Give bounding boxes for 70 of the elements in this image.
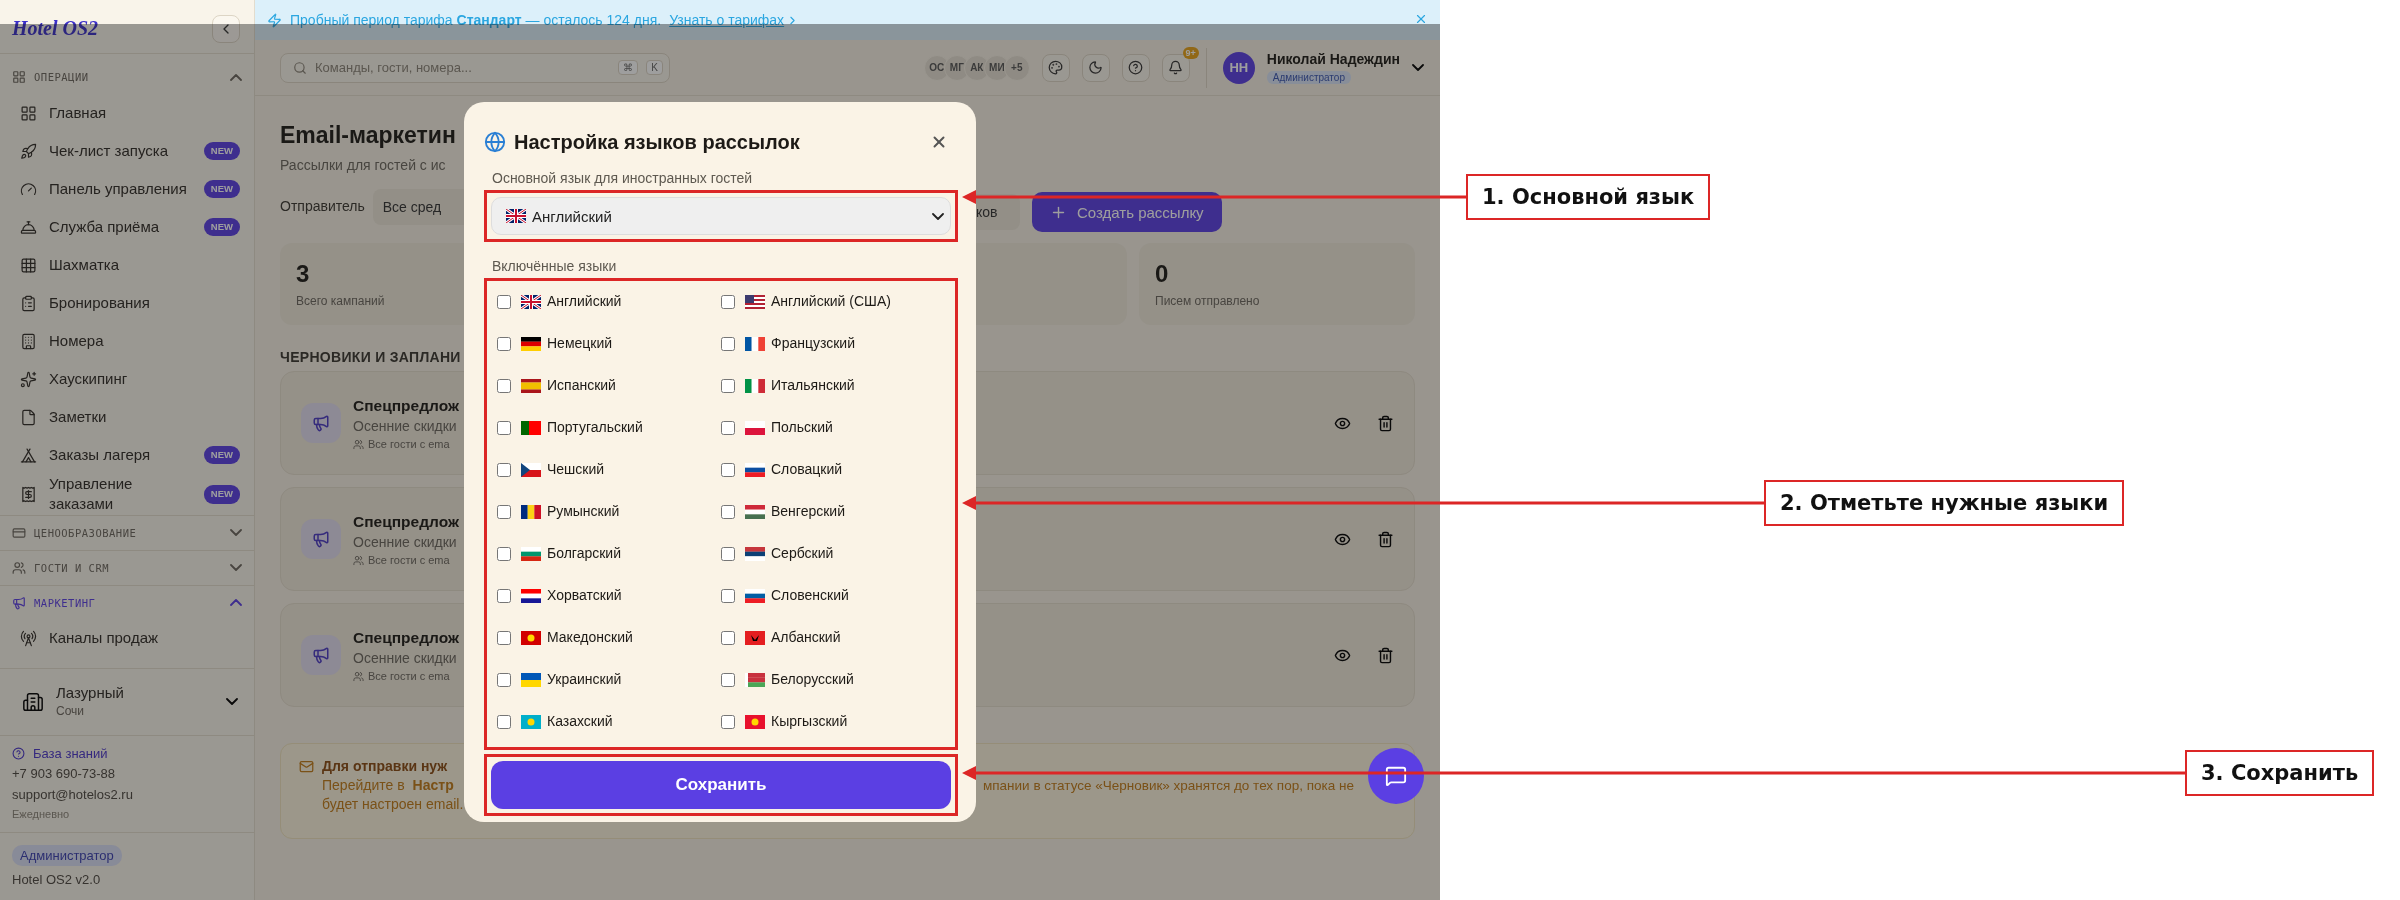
new-badge: NEW bbox=[203, 217, 240, 237]
page-subtitle: Рассылки для гостей с ис bbox=[280, 157, 447, 173]
language-name: Испанский bbox=[547, 377, 616, 395]
support-hours: Ежедневно bbox=[12, 808, 71, 822]
app-logo: Hotel OS2 bbox=[12, 17, 99, 40]
campaign-subtitle: Осенние скидки bbox=[353, 533, 458, 552]
annotation-label: 2. Отметьте нужные языки bbox=[1764, 480, 2125, 526]
stat-value: 3 bbox=[296, 260, 311, 288]
campaign-subtitle: Осенние скидки bbox=[353, 417, 458, 436]
language-name: Румынский bbox=[547, 503, 620, 521]
language-name: Немецкий bbox=[547, 335, 613, 353]
role-badge: Администратор bbox=[12, 844, 122, 866]
page-title: Email-маркетин bbox=[280, 122, 457, 149]
new-badge: NEW bbox=[203, 141, 240, 161]
language-name: Албанский bbox=[771, 629, 841, 647]
support-phone: +7 903 690-73-88 bbox=[12, 765, 116, 782]
language-name: Хорватский bbox=[547, 587, 622, 605]
notice-text: будет настроен email. bbox=[321, 796, 465, 812]
hotel-name: Лазурный bbox=[56, 683, 125, 703]
new-badge: NEW bbox=[203, 484, 240, 504]
language-name: Португальский bbox=[547, 419, 643, 437]
language-name: Словацкий bbox=[771, 461, 843, 479]
language-name: Словенский bbox=[771, 587, 849, 605]
notice-title: Для отправки нуж bbox=[299, 758, 465, 774]
hotel-city: Сочи bbox=[56, 704, 86, 720]
language-name: Английский bbox=[547, 293, 622, 311]
campaign-subtitle: Осенние скидки bbox=[353, 649, 458, 668]
language-name: Сербский bbox=[771, 545, 834, 563]
shortcut-key: K bbox=[646, 60, 663, 75]
language-name: Болгарский bbox=[547, 545, 621, 563]
language-name: Польский bbox=[771, 419, 833, 437]
language-name: Венгерский bbox=[771, 503, 845, 521]
app-version: Hotel OS2 v2.0 bbox=[12, 871, 101, 888]
annotation-label: 3. Сохранить bbox=[2185, 750, 2375, 796]
notice-text: мпании в статусе «Черновик» хранятся до тех пор, пока не bbox=[983, 778, 1355, 793]
language-name: Казахский bbox=[547, 713, 613, 731]
support-email: support@hotelos2.ru bbox=[12, 786, 134, 803]
stat-value: 0 bbox=[1155, 260, 1170, 288]
campaign-title: Спецпредлож bbox=[353, 627, 459, 647]
user-role: Администратор bbox=[1266, 70, 1351, 84]
section-title: ЧЕРНОВИКИ И ЗАПЛАНИ bbox=[280, 349, 462, 365]
campaign-audience: Все гости с ema bbox=[353, 554, 459, 567]
stat-label: Всего кампаний bbox=[296, 294, 386, 308]
new-badge: NEW bbox=[203, 445, 240, 465]
shortcut-key: ⌘ bbox=[618, 60, 639, 75]
campaign-audience: Все гости с ema bbox=[353, 438, 459, 451]
language-name: Французский bbox=[771, 335, 855, 353]
language-name: Белорусский bbox=[771, 671, 854, 689]
notification-count: 9+ bbox=[1182, 46, 1199, 59]
campaign-title: Спецпредлож bbox=[353, 395, 459, 415]
field-label: Основной язык для иностранных гостей bbox=[492, 170, 754, 186]
language-name: Итальянский bbox=[771, 377, 855, 395]
user-name: Николай Надеждин bbox=[1266, 51, 1400, 69]
language-name: Кыргызский bbox=[771, 713, 848, 731]
language-name: Македонский bbox=[547, 629, 633, 647]
sender-label: Отправитель bbox=[280, 198, 365, 216]
user-avatar: НН bbox=[1222, 51, 1255, 84]
dialog-title: Настройка языков рассылок bbox=[514, 130, 801, 154]
new-badge: NEW bbox=[203, 179, 240, 199]
notice-text: Перейдите в Настр bbox=[321, 777, 455, 793]
language-name: Украинский bbox=[547, 671, 622, 689]
annotation-label: 1. Основной язык bbox=[1466, 174, 1711, 220]
stat-label: Писем отправлено bbox=[1155, 294, 1261, 308]
banner-text: Пробный период тарифа Стандарт — осталось 124 дня. bbox=[290, 12, 662, 28]
field-label: Включённые языки bbox=[492, 258, 618, 274]
language-name: Чешский bbox=[547, 461, 605, 479]
more-users-count: +5 bbox=[1003, 54, 1030, 81]
language-name: Английский (США) bbox=[771, 293, 891, 311]
campaign-audience: Все гости с ema bbox=[353, 670, 459, 683]
campaign-title: Спецпредлож bbox=[353, 511, 459, 531]
